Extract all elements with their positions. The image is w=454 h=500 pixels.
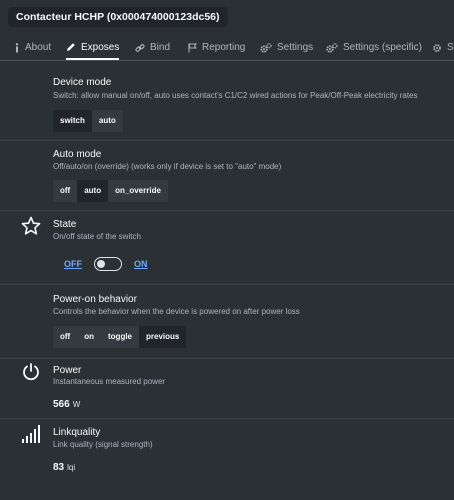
- tab-bar: About Exposes Bind Reporting Settings Se…: [0, 36, 454, 61]
- power-label: Power: [53, 365, 82, 376]
- state-description: On/off state of the switch: [53, 232, 141, 241]
- power-on-on-button[interactable]: on: [77, 326, 101, 348]
- tab-about[interactable]: About: [14, 36, 51, 59]
- linkquality-row: Linkquality Link quality (signal strengt…: [0, 418, 454, 500]
- state-switch[interactable]: [94, 257, 122, 271]
- auto-mode-description: Off/auto/on (override) (works only if de…: [53, 162, 282, 171]
- power-on-behavior-label: Power-on behavior: [53, 294, 137, 305]
- link-icon: [135, 43, 145, 53]
- device-mode-description: Switch: allow manual on/off, auto uses c…: [53, 91, 418, 100]
- power-icon: [21, 362, 41, 387]
- power-unit: W: [72, 400, 81, 409]
- flag-icon: [188, 43, 197, 53]
- auto-mode-on-override-button[interactable]: on_override: [108, 180, 168, 202]
- tab-reporting[interactable]: Reporting: [188, 36, 245, 59]
- linkquality-unit: lqi: [67, 463, 76, 472]
- state-row: State On/off state of the switch OFF ON: [0, 210, 454, 285]
- star-icon: [21, 216, 41, 241]
- tab-settings-specific[interactable]: Settings (specific): [326, 36, 422, 59]
- device-mode-switch-button[interactable]: switch: [53, 110, 92, 132]
- title-bar: Contacteur HCHP (0x000474000123dc56): [0, 0, 454, 34]
- gears-icon: [260, 42, 272, 53]
- device-mode-options: switch auto: [53, 110, 123, 132]
- state-off-link[interactable]: OFF: [64, 259, 82, 269]
- signal-icon: [21, 424, 43, 449]
- power-on-off-button[interactable]: off: [53, 326, 78, 348]
- auto-mode-auto-button[interactable]: auto: [77, 180, 109, 202]
- power-on-behavior-row: Power-on behavior Controls the behavior …: [0, 284, 454, 359]
- tab-exposes[interactable]: Exposes: [66, 36, 120, 60]
- auto-mode-options: off auto on_override: [53, 180, 168, 202]
- linkquality-description: Link quality (signal strength): [53, 440, 153, 449]
- power-on-behavior-options: off on toggle previous: [53, 326, 187, 348]
- device-mode-label: Device mode: [53, 77, 112, 88]
- tab-settings[interactable]: Settings: [260, 36, 313, 59]
- power-on-toggle-button[interactable]: toggle: [101, 326, 139, 348]
- device-title: Contacteur HCHP (0x000474000123dc56): [8, 7, 228, 27]
- device-mode-row: Device mode Switch: allow manual on/off,…: [0, 62, 454, 141]
- state-on-link[interactable]: ON: [134, 259, 148, 269]
- gears-icon: [326, 42, 338, 53]
- info-icon: [14, 42, 20, 53]
- power-row: Power Instantaneous measured power 566 W: [0, 358, 454, 419]
- auto-mode-off-button[interactable]: off: [53, 180, 78, 202]
- state-toggle: OFF ON: [64, 256, 148, 272]
- auto-mode-label: Auto mode: [53, 149, 102, 160]
- device-mode-auto-button[interactable]: auto: [91, 110, 123, 132]
- power-value: 566 W: [53, 399, 80, 410]
- switch-knob: [97, 259, 105, 268]
- state-label: State: [53, 219, 77, 230]
- tab-bind[interactable]: Bind: [135, 36, 170, 59]
- power-on-behavior-description: Controls the behavior when the device is…: [53, 307, 300, 316]
- gears-icon: [432, 43, 442, 53]
- linkquality-value: 83 lqi: [53, 462, 75, 473]
- power-number: 566: [53, 399, 70, 410]
- pencil-icon: [66, 42, 76, 52]
- power-description: Instantaneous measured power: [53, 377, 166, 386]
- linkquality-label: Linkquality: [53, 427, 101, 438]
- auto-mode-row: Auto mode Off/auto/on (override) (works …: [0, 140, 454, 211]
- linkquality-number: 83: [53, 462, 65, 473]
- power-on-previous-button[interactable]: previous: [139, 326, 187, 348]
- tab-overflow[interactable]: St: [432, 36, 454, 59]
